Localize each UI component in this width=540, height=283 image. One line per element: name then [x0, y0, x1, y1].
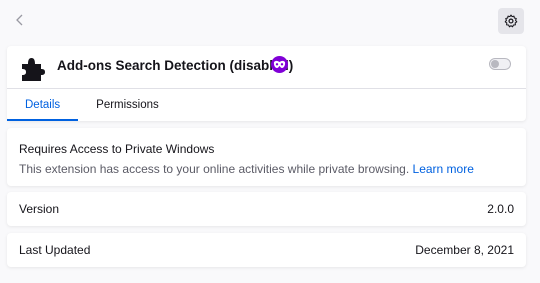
- version-row: Version 2.0.0: [7, 192, 526, 226]
- private-access-card: Requires Access to Private Windows This …: [7, 128, 526, 186]
- addon-title: Add-ons Search Detection (disabled): [57, 58, 294, 73]
- private-browsing-badge: [271, 56, 288, 73]
- gear-icon: [504, 14, 518, 28]
- last-updated-label: Last Updated: [19, 243, 91, 257]
- learn-more-link[interactable]: Learn more: [413, 162, 474, 176]
- private-access-text: This extension has access to your online…: [19, 162, 410, 176]
- version-value: 2.0.0: [487, 202, 514, 216]
- private-access-title: Requires Access to Private Windows: [19, 142, 215, 156]
- private-access-description: This extension has access to your online…: [19, 162, 514, 176]
- toggle-knob: [491, 60, 499, 68]
- tab-details[interactable]: Details: [7, 89, 79, 121]
- private-browsing-mask-icon: [273, 60, 286, 68]
- last-updated-value: December 8, 2021: [415, 243, 514, 257]
- top-bar: [0, 0, 540, 44]
- last-updated-row: Last Updated December 8, 2021: [7, 233, 526, 267]
- back-button[interactable]: [8, 8, 32, 32]
- tab-permissions[interactable]: Permissions: [78, 89, 177, 121]
- version-label: Version: [19, 202, 60, 216]
- addon-icon: [20, 56, 46, 82]
- addon-tabs: Details Permissions: [7, 88, 526, 121]
- addon-header-card: Add-ons Search Detection (disabled) Deta…: [7, 46, 526, 121]
- settings-button[interactable]: [498, 8, 524, 34]
- chevron-left-icon: [16, 14, 23, 26]
- addon-enable-toggle[interactable]: [489, 58, 511, 70]
- puzzle-piece-icon: [22, 58, 45, 81]
